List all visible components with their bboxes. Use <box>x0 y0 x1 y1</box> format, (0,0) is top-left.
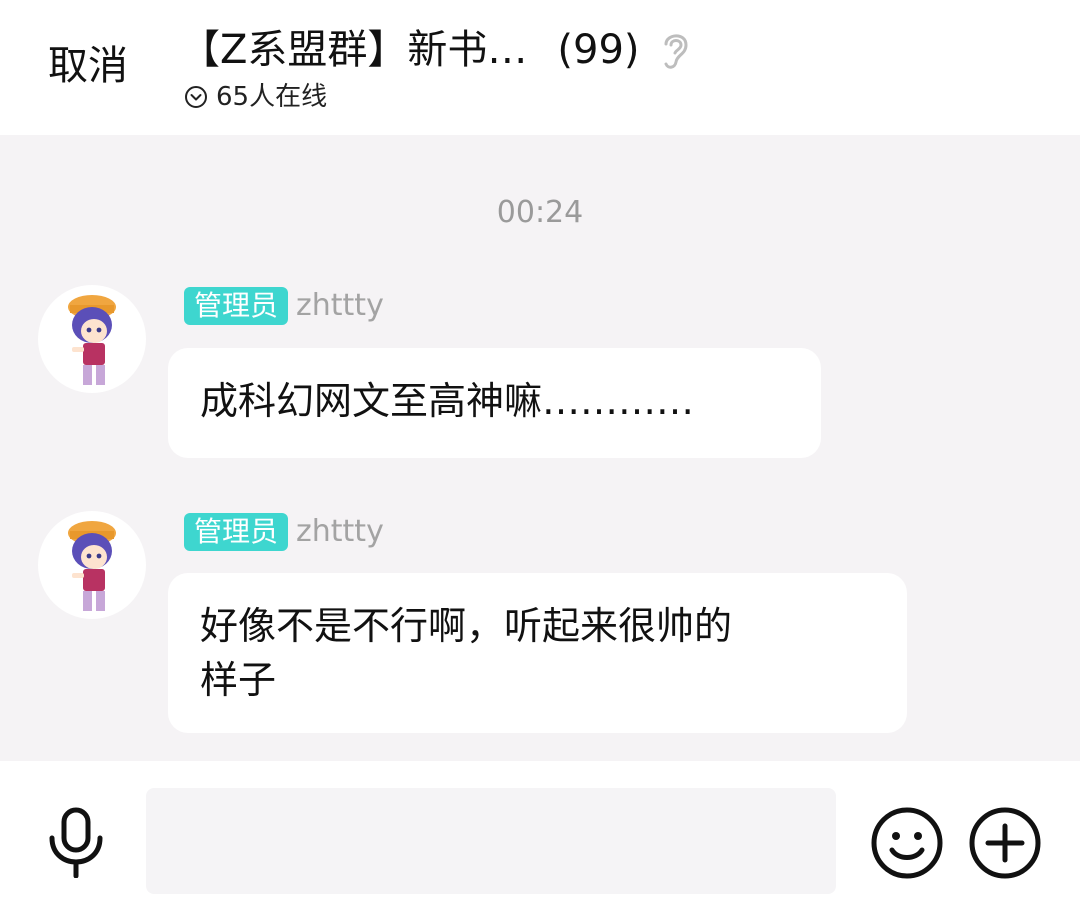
chevron-down-circle-icon <box>185 86 207 108</box>
group-title: 【Z系盟群】新书… <box>180 27 528 73</box>
chat-screen: 取消 【Z系盟群】新书… (99) 65人在线 00:24 管理员 zhttty… <box>0 0 1080 923</box>
anime-avatar-icon <box>68 295 116 385</box>
online-status[interactable]: 65人在线 <box>184 80 327 114</box>
sender-name[interactable]: zhttty <box>296 287 384 325</box>
message-text: 成科幻网文至高神嘛………… <box>200 379 695 423</box>
online-count-text: 65人在线 <box>216 82 328 112</box>
message-bubble[interactable]: 好像不是不行啊，听起来很帅的 样子 <box>168 573 907 733</box>
sender-name[interactable]: zhttty <box>296 513 384 551</box>
message-meta: 管理员 zhttty <box>184 287 384 325</box>
avatar[interactable] <box>38 511 146 619</box>
ear-icon[interactable] <box>658 28 692 72</box>
anime-avatar-icon <box>68 521 116 611</box>
admin-badge: 管理员 <box>184 287 289 325</box>
microphone-icon[interactable] <box>44 806 108 878</box>
message-input[interactable] <box>146 788 836 894</box>
message-meta: 管理员 zhttty <box>184 513 384 551</box>
admin-badge: 管理员 <box>184 513 289 551</box>
cancel-button[interactable]: 取消 <box>48 40 128 92</box>
avatar[interactable] <box>38 285 146 393</box>
group-title-row[interactable]: 【Z系盟群】新书… (99) <box>180 22 692 78</box>
plus-circle-icon[interactable] <box>968 806 1042 880</box>
message-bubble[interactable]: 成科幻网文至高神嘛………… <box>168 348 821 458</box>
message-text-line: 样子 <box>200 658 277 702</box>
message-timestamp: 00:24 <box>496 195 584 230</box>
smiley-icon[interactable] <box>870 806 944 880</box>
message-text-line: 好像不是不行啊，听起来很帅的 <box>200 604 733 648</box>
header: 取消 【Z系盟群】新书… (99) 65人在线 <box>0 0 1080 135</box>
message-list[interactable]: 00:24 管理员 zhttty 成科幻网文至高神嘛………… 管理员 zhttt… <box>0 135 1080 761</box>
member-count: (99) <box>557 27 640 73</box>
